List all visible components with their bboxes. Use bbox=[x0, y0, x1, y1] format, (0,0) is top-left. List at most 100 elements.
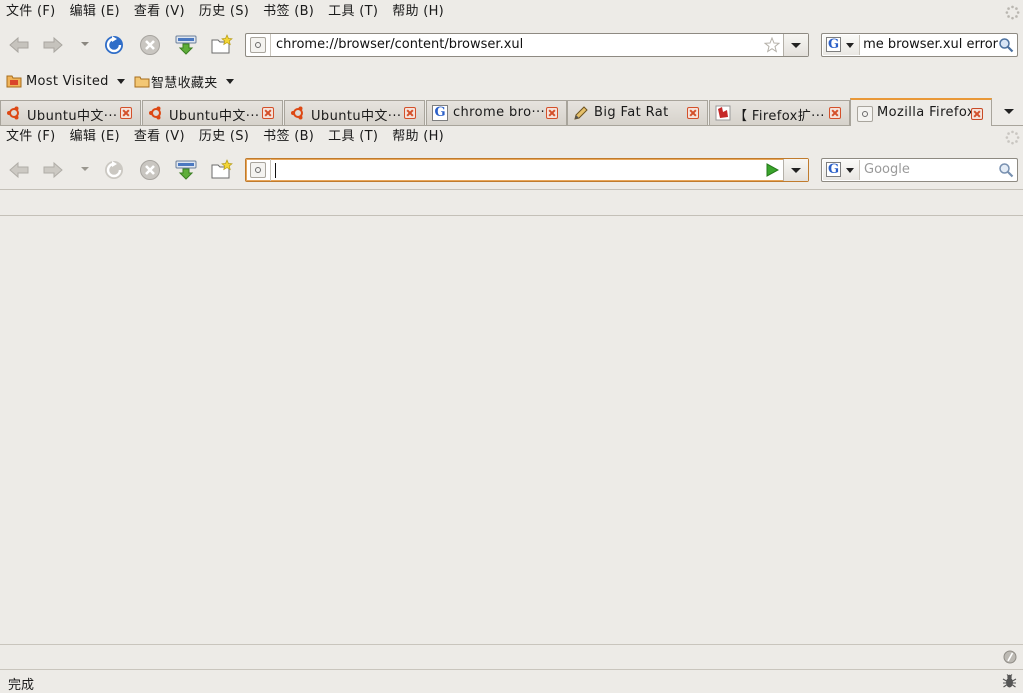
go-arrow-icon[interactable] bbox=[765, 163, 779, 177]
throbber-icon bbox=[1005, 5, 1020, 20]
inner-nav-toolbar: G Google bbox=[0, 151, 1023, 189]
menu-view[interactable]: 查看 (V) bbox=[127, 125, 192, 149]
outer-menubar: 文件 (F) 编辑 (E) 查看 (V) 历史 (S) 书签 (B) 工具 (T… bbox=[0, 0, 1023, 24]
search-icon[interactable] bbox=[998, 162, 1014, 178]
chevron-down-icon bbox=[846, 168, 854, 173]
menu-view[interactable]: 查看 (V) bbox=[127, 0, 192, 24]
tab-ubuntu-2[interactable]: Ubuntu中文··· bbox=[142, 100, 283, 125]
ubuntu-icon bbox=[149, 106, 161, 120]
bookmark-star-icon bbox=[211, 159, 233, 179]
tab-firefox-extensions[interactable]: 【 Firefox扩··· bbox=[709, 100, 850, 125]
download-button[interactable] bbox=[173, 157, 199, 183]
chevron-down-icon bbox=[225, 78, 234, 84]
tab-mozilla-firefox[interactable]: Mozilla Firefox bbox=[850, 98, 992, 126]
bookmarks-toolbar: Most Visited 智慧收藏夹 bbox=[0, 66, 1023, 96]
menu-tools[interactable]: 工具 (T) bbox=[321, 125, 385, 149]
search-engine-button[interactable]: G bbox=[823, 160, 860, 180]
tab-chrome-browser[interactable]: G chrome bro··· bbox=[426, 100, 567, 125]
forward-button[interactable] bbox=[40, 32, 66, 58]
tab-label: Ubuntu中文··· bbox=[169, 109, 260, 124]
back-arrow-icon bbox=[9, 36, 29, 54]
close-tab-icon[interactable] bbox=[404, 107, 416, 119]
forward-arrow-icon bbox=[43, 161, 63, 179]
reload-button[interactable] bbox=[101, 157, 127, 183]
tab-label: Ubuntu中文··· bbox=[311, 109, 402, 124]
tab-ubuntu-1[interactable]: Ubuntu中文··· bbox=[0, 100, 141, 125]
tab-label: 【 Firefox扩··· bbox=[734, 109, 825, 124]
text-cursor bbox=[275, 163, 276, 178]
new-bookmark-button[interactable] bbox=[209, 157, 235, 183]
stop-button[interactable] bbox=[137, 157, 163, 183]
inner-statusbar bbox=[0, 644, 1023, 669]
search-engine-button[interactable]: G bbox=[823, 35, 860, 55]
url-history-dropdown[interactable] bbox=[783, 159, 808, 181]
close-tab-icon[interactable] bbox=[971, 108, 983, 120]
site-identity-icon[interactable] bbox=[250, 37, 266, 53]
menu-file[interactable]: 文件 (F) bbox=[0, 125, 63, 149]
star-icon[interactable] bbox=[764, 37, 780, 53]
menu-edit[interactable]: 编辑 (E) bbox=[63, 0, 127, 24]
content-area[interactable] bbox=[0, 215, 1023, 645]
close-tab-icon[interactable] bbox=[120, 107, 132, 119]
chevron-down-icon bbox=[846, 43, 854, 48]
ubuntu-icon bbox=[291, 106, 303, 120]
back-button[interactable] bbox=[6, 32, 32, 58]
close-tab-icon[interactable] bbox=[687, 107, 699, 119]
folder-icon bbox=[134, 76, 150, 88]
menu-edit[interactable]: 编辑 (E) bbox=[63, 125, 127, 149]
tab-big-fat-rat[interactable]: Big Fat Rat bbox=[567, 100, 708, 125]
google-icon: G bbox=[826, 162, 841, 177]
close-tab-icon[interactable] bbox=[829, 107, 841, 119]
back-arrow-icon bbox=[9, 161, 29, 179]
menu-help[interactable]: 帮助 (H) bbox=[385, 125, 451, 149]
url-history-dropdown[interactable] bbox=[783, 34, 808, 56]
menu-bookmarks[interactable]: 书签 (B) bbox=[256, 125, 321, 149]
url-divider bbox=[270, 159, 271, 181]
menu-file[interactable]: 文件 (F) bbox=[0, 0, 63, 24]
site-identity-icon[interactable] bbox=[250, 162, 266, 178]
smart-bookmarks-folder[interactable]: 智慧收藏夹 bbox=[134, 72, 234, 91]
google-icon: G bbox=[826, 37, 841, 52]
smart-bookmarks-label: 智慧收藏夹 bbox=[151, 75, 218, 91]
new-bookmark-button[interactable] bbox=[209, 32, 235, 58]
most-visited-folder[interactable]: Most Visited bbox=[6, 72, 125, 90]
back-button[interactable] bbox=[6, 157, 32, 183]
tab-ubuntu-3[interactable]: Ubuntu中文··· bbox=[284, 100, 425, 125]
download-icon bbox=[175, 160, 197, 180]
menu-history[interactable]: 历史 (S) bbox=[192, 0, 256, 24]
stop-icon bbox=[140, 160, 160, 180]
download-button[interactable] bbox=[173, 32, 199, 58]
tab-label: Big Fat Rat bbox=[594, 105, 669, 120]
tab-label: Ubuntu中文··· bbox=[27, 109, 118, 124]
reload-icon bbox=[105, 161, 123, 179]
url-bar[interactable] bbox=[245, 158, 809, 182]
menu-history[interactable]: 历史 (S) bbox=[192, 125, 256, 149]
status-panel-icon[interactable] bbox=[1003, 650, 1017, 664]
stop-button[interactable] bbox=[137, 32, 163, 58]
url-divider bbox=[270, 34, 271, 56]
tab-list-button[interactable] bbox=[995, 98, 1023, 125]
history-dropdown[interactable] bbox=[79, 163, 91, 177]
bookmark-star-icon bbox=[211, 34, 233, 54]
history-dropdown[interactable] bbox=[79, 38, 91, 52]
url-text[interactable]: chrome://browser/content/browser.xul bbox=[276, 37, 523, 52]
search-input[interactable]: me browser.xul error bbox=[864, 37, 998, 52]
search-bar[interactable]: G Google bbox=[821, 158, 1018, 182]
reload-button[interactable] bbox=[101, 32, 127, 58]
reload-icon bbox=[105, 36, 123, 54]
search-icon[interactable] bbox=[998, 37, 1014, 53]
close-tab-icon[interactable] bbox=[262, 107, 274, 119]
page-icon bbox=[857, 106, 873, 122]
outer-nav-toolbar: chrome://browser/content/browser.xul G m… bbox=[0, 26, 1023, 64]
menu-bookmarks[interactable]: 书签 (B) bbox=[256, 0, 321, 24]
search-bar[interactable]: G me browser.xul error bbox=[821, 33, 1018, 57]
menu-help[interactable]: 帮助 (H) bbox=[385, 0, 451, 24]
close-tab-icon[interactable] bbox=[546, 107, 558, 119]
url-bar[interactable]: chrome://browser/content/browser.xul bbox=[245, 33, 809, 57]
menu-tools[interactable]: 工具 (T) bbox=[321, 0, 385, 24]
forward-button[interactable] bbox=[40, 157, 66, 183]
pencil-icon bbox=[574, 106, 588, 120]
firefox-ext-icon bbox=[715, 105, 731, 121]
bug-icon[interactable] bbox=[1001, 673, 1018, 690]
search-input[interactable]: Google bbox=[864, 162, 998, 177]
